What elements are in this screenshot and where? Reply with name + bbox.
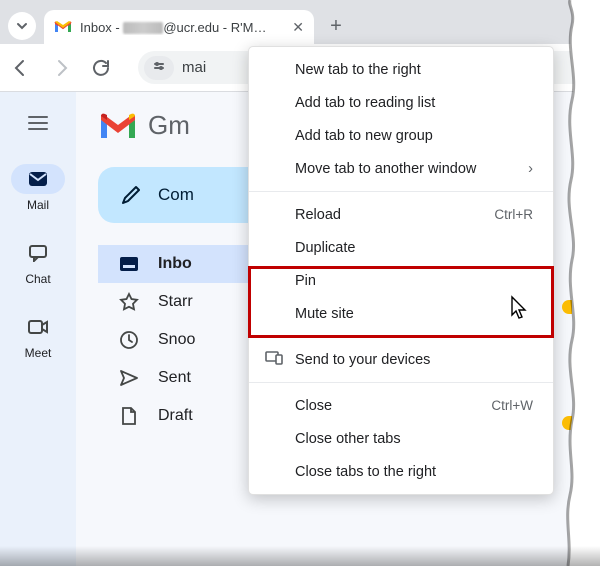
nav-mail-label: Mail: [27, 198, 49, 212]
chevron-right-icon: ›: [528, 161, 533, 177]
gmail-product-name: Gm: [148, 110, 190, 141]
menu-close[interactable]: CloseCtrl+W: [249, 389, 553, 422]
menu-move-window[interactable]: Move tab to another window›: [249, 152, 553, 185]
forward-button[interactable]: [50, 58, 72, 78]
menu-close-right[interactable]: Close tabs to the right: [249, 455, 553, 488]
file-icon: [118, 406, 140, 426]
menu-duplicate[interactable]: Duplicate: [249, 231, 553, 264]
menu-close-others[interactable]: Close other tabs: [249, 422, 553, 455]
send-icon: [118, 369, 140, 387]
menu-add-reading-list[interactable]: Add tab to reading list: [249, 86, 553, 119]
nav-meet[interactable]: Meet: [11, 312, 65, 360]
tab-context-menu: New tab to the right Add tab to reading …: [248, 46, 554, 495]
meet-icon: [11, 312, 65, 342]
menu-mute-site[interactable]: Mute site: [249, 297, 553, 330]
gmail-favicon: [54, 20, 72, 34]
tab-search-button[interactable]: [8, 12, 36, 40]
tab-close-button[interactable]: ✕: [292, 19, 304, 36]
gmail-m-icon: [98, 111, 138, 141]
menu-reload[interactable]: ReloadCtrl+R: [249, 198, 553, 231]
menu-separator: [249, 191, 553, 192]
back-button[interactable]: [10, 58, 32, 78]
folder-sent-label: Sent: [158, 369, 191, 387]
menu-separator: [249, 336, 553, 337]
menu-add-new-group[interactable]: Add tab to new group: [249, 119, 553, 152]
nav-chat-label: Chat: [25, 272, 50, 286]
folder-drafts-label: Draft: [158, 407, 193, 425]
reload-button[interactable]: [90, 58, 112, 78]
browser-tab-strip: Inbox - @ucr.edu - R'M… ✕ +: [0, 0, 600, 44]
folder-inbox-label: Inbo: [158, 255, 192, 273]
star-peek-icon: [562, 416, 572, 430]
mail-icon: [11, 164, 65, 194]
nav-meet-label: Meet: [25, 346, 52, 360]
star-icon: [118, 292, 140, 312]
nav-mail[interactable]: Mail: [11, 164, 65, 212]
new-tab-button[interactable]: +: [322, 12, 350, 40]
tab-title: Inbox - @ucr.edu - R'M…: [80, 20, 284, 35]
main-menu-button[interactable]: [27, 112, 49, 138]
browser-tab-active[interactable]: Inbox - @ucr.edu - R'M… ✕: [44, 10, 314, 44]
site-info-button[interactable]: [144, 56, 174, 80]
devices-icon: [265, 351, 283, 369]
menu-pin[interactable]: Pin: [249, 264, 553, 297]
inbox-icon: [118, 256, 140, 272]
shortcut-reload: Ctrl+R: [494, 207, 533, 222]
gmail-app-bar: Mail Chat Meet: [0, 92, 76, 566]
clock-icon: [118, 330, 140, 350]
menu-new-tab-right[interactable]: New tab to the right: [249, 53, 553, 86]
pencil-icon: [120, 184, 142, 206]
compose-label: Com: [158, 185, 194, 205]
menu-send-devices[interactable]: Send to your devices: [249, 343, 553, 376]
folder-snoozed-label: Snoo: [158, 331, 195, 349]
star-peek-icon: [562, 300, 572, 314]
redacted-email-prefix: [123, 22, 163, 34]
nav-chat[interactable]: Chat: [11, 238, 65, 286]
folder-starred-label: Starr: [158, 293, 193, 311]
menu-separator: [249, 382, 553, 383]
shortcut-close: Ctrl+W: [491, 398, 533, 413]
chat-icon: [11, 238, 65, 268]
address-bar-text: mai: [182, 59, 206, 76]
